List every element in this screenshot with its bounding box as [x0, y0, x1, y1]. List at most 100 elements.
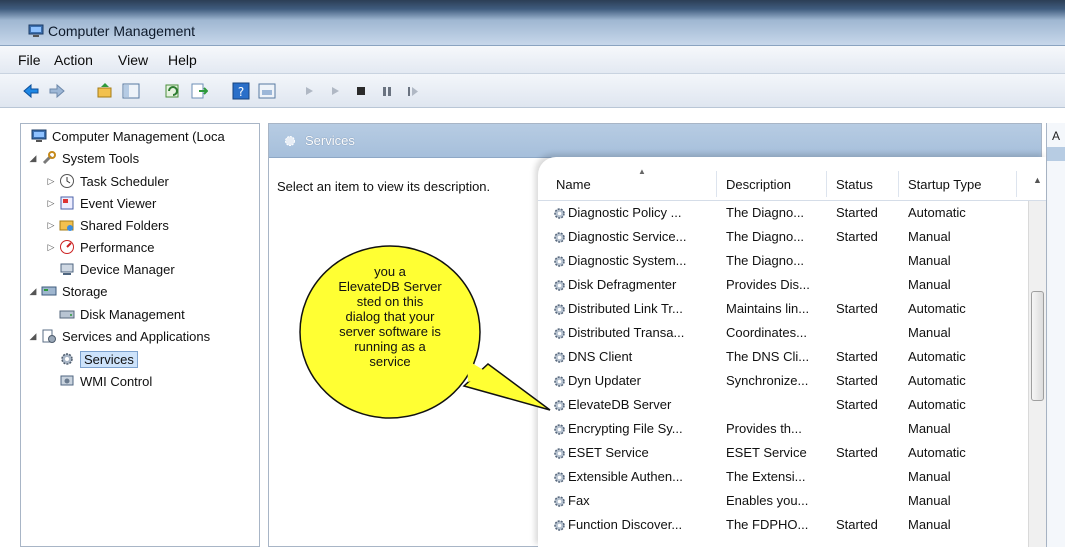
back-arrow-icon[interactable] [22, 82, 40, 100]
play-icon[interactable] [300, 82, 318, 100]
table-row[interactable]: Dyn Updater Synchronize... Started Automati… [538, 369, 1028, 393]
tree-item-services-and-applications[interactable]: ◢ Services and Applications [27, 326, 211, 346]
menu-file[interactable]: File [18, 52, 41, 68]
services-applications-icon [41, 328, 57, 344]
cell-name: ESET Service [568, 445, 649, 460]
expand-arrow-icon[interactable]: ▷ [45, 242, 57, 253]
table-row[interactable]: Distributed Link Tr... Maintains lin... St… [538, 297, 1028, 321]
tree-item-storage[interactable]: ◢ Storage [27, 281, 108, 301]
collapse-arrow-icon[interactable]: ◢ [27, 286, 39, 297]
storage-icon [41, 283, 57, 299]
tree-label: Services and Applications [62, 328, 211, 344]
table-row[interactable]: Diagnostic Policy ... The Diagno... Starte… [538, 201, 1028, 225]
table-row[interactable]: Diagnostic Service... The Diagno... Starte… [538, 225, 1028, 249]
sort-ascending-icon: ▲ [638, 167, 646, 176]
tree-item-disk-management[interactable]: Disk Management [59, 304, 185, 324]
cell-startup-type: Automatic [908, 373, 966, 388]
cell-startup-type: Automatic [908, 349, 966, 364]
service-gear-icon [552, 470, 567, 485]
cell-status: Started [836, 517, 878, 532]
computer-management-icon [28, 24, 44, 38]
tree-label: Task Scheduler [80, 173, 169, 189]
cell-name: Diagnostic System... [568, 253, 687, 268]
event-viewer-icon [59, 195, 75, 211]
tools-icon [41, 150, 57, 166]
properties-icon[interactable] [258, 82, 276, 100]
column-divider[interactable] [1016, 171, 1017, 197]
table-row[interactable]: Extensible Authen... The Extensi... Manual [538, 465, 1028, 489]
cell-name: Encrypting File Sy... [568, 421, 683, 436]
play-next-icon[interactable] [326, 82, 344, 100]
actions-pane-band [1047, 147, 1065, 161]
help-icon[interactable]: ? [232, 82, 250, 100]
table-row[interactable]: Function Discover... The FDPHO... Started M… [538, 513, 1028, 537]
column-divider[interactable] [826, 171, 827, 197]
cell-description: Enables you... [726, 493, 809, 508]
cell-status: Started [836, 445, 878, 460]
tree-item-task-scheduler[interactable]: ▷ Task Scheduler [45, 171, 169, 191]
cell-status: Started [836, 373, 878, 388]
expand-arrow-icon[interactable]: ▷ [45, 220, 57, 231]
description-hint: Select an item to view its description. [277, 179, 491, 194]
cell-status: Started [836, 205, 878, 220]
actions-pane[interactable]: A [1046, 123, 1065, 547]
restart-icon[interactable] [404, 82, 422, 100]
table-row[interactable]: Disk Defragmenter Provides Dis... Manual [538, 273, 1028, 297]
column-name[interactable]: Name [556, 177, 591, 192]
cell-name: DNS Client [568, 349, 633, 364]
cell-name: Dyn Updater [568, 373, 641, 388]
cell-name: Distributed Link Tr... [568, 301, 683, 316]
scroll-up-arrow-icon[interactable]: ▲ [1033, 175, 1042, 185]
service-gear-icon [552, 446, 567, 461]
table-row[interactable]: ElevateDB Server Started Automatic [538, 393, 1028, 417]
scrollbar-thumb[interactable] [1031, 291, 1044, 401]
table-row[interactable]: DNS Client The DNS Cli... Started Automatic [538, 345, 1028, 369]
column-status[interactable]: Status [836, 177, 873, 192]
stop-icon[interactable] [352, 82, 370, 100]
export-icon[interactable] [190, 82, 208, 100]
tree-item-event-viewer[interactable]: ▷ Event Viewer [45, 193, 157, 213]
vertical-scrollbar[interactable]: ▲ [1028, 175, 1046, 547]
expand-arrow-icon[interactable]: ▷ [45, 176, 57, 187]
tree-label: Performance [80, 239, 155, 255]
menu-help[interactable]: Help [168, 52, 197, 68]
column-startup-type[interactable]: Startup Type [908, 177, 981, 192]
table-row[interactable]: ESET Service ESET Service Started Automatic [538, 441, 1028, 465]
tree-item-shared-folders[interactable]: ▷ Shared Folders [45, 215, 169, 235]
show-hide-tree-icon[interactable] [122, 82, 140, 100]
menu-action[interactable]: Action [54, 52, 93, 68]
table-row[interactable]: Diagnostic System... The Diagno... Manual [538, 249, 1028, 273]
refresh-icon[interactable] [164, 82, 182, 100]
table-row[interactable]: Fax Enables you... Manual [538, 489, 1028, 513]
cell-status: Started [836, 229, 878, 244]
tree-item-wmi-control[interactable]: WMI Control [59, 371, 152, 391]
up-folder-icon[interactable] [96, 82, 114, 100]
service-gear-icon [552, 422, 567, 437]
tree-label: Shared Folders [80, 217, 169, 233]
menu-view[interactable]: View [118, 52, 148, 68]
tree-label: WMI Control [80, 373, 153, 389]
collapse-arrow-icon[interactable]: ◢ [27, 153, 39, 164]
tree-item-services[interactable]: Services [59, 349, 138, 369]
service-gear-icon [552, 230, 567, 245]
service-gear-icon [552, 374, 567, 389]
column-description[interactable]: Description [726, 177, 791, 192]
tree-item-system-tools[interactable]: ◢ System Tools [27, 148, 140, 168]
title-bar: Computer Management [0, 0, 1065, 46]
table-row[interactable]: Encrypting File Sy... Provides th... Manua… [538, 417, 1028, 441]
tree-item-performance[interactable]: ▷ Performance [45, 237, 155, 257]
pause-icon[interactable] [378, 82, 396, 100]
service-gear-icon [552, 398, 567, 413]
table-row[interactable]: Distributed Transa... Coordinates... Manua… [538, 321, 1028, 345]
expand-arrow-icon[interactable]: ▷ [45, 198, 57, 209]
tree-root[interactable]: Computer Management (Loca [31, 126, 225, 146]
column-divider[interactable] [898, 171, 899, 197]
tree-label: Services [80, 350, 138, 368]
tree-item-device-manager[interactable]: Device Manager [59, 259, 175, 279]
collapse-arrow-icon[interactable]: ◢ [27, 331, 39, 342]
cell-status: Started [836, 397, 878, 412]
forward-arrow-icon[interactable] [48, 82, 66, 100]
column-divider[interactable] [716, 171, 717, 197]
cell-description: Coordinates... [726, 325, 807, 340]
cell-name: Diagnostic Policy ... [568, 205, 682, 220]
